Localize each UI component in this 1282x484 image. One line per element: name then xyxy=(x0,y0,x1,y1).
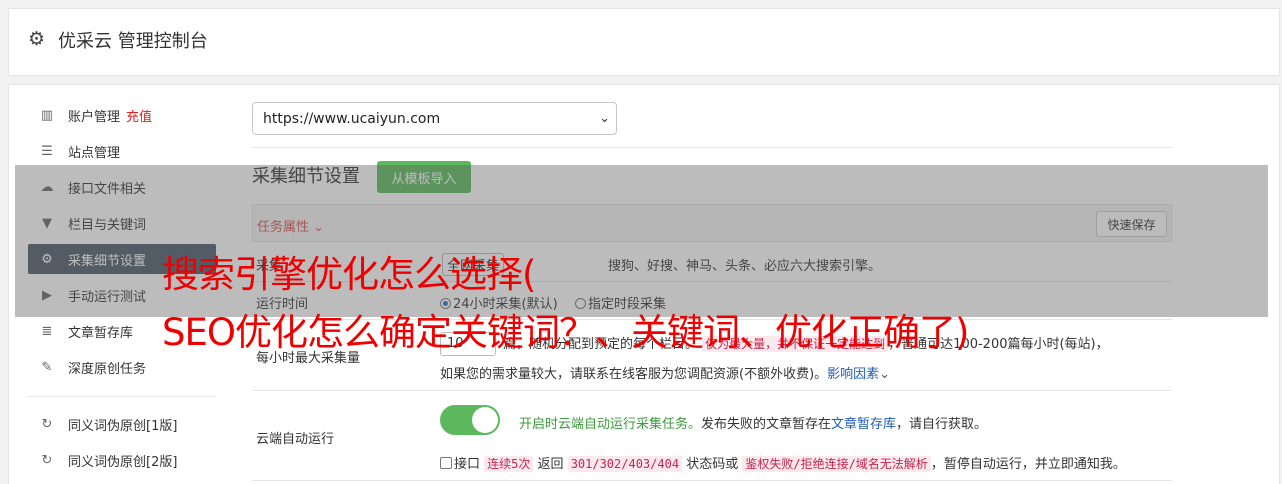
divider xyxy=(252,147,1172,148)
watermark-line-2: SEO优化怎么确定关键词？、关键词、优化正确了) xyxy=(162,311,969,354)
sidebar-item-sites[interactable]: ☰ 站点管理 xyxy=(28,136,216,166)
server-icon: ☰ xyxy=(41,143,53,159)
sidebar-item-label: 同义词伪原创[2版] xyxy=(68,454,178,470)
cloud-auto-label: 云端自动运行 xyxy=(256,432,335,447)
sidebar-divider xyxy=(28,396,216,397)
recharge-link[interactable]: 充值 xyxy=(126,106,152,125)
site-select-value: https://www.ucaiyun.com xyxy=(263,110,441,127)
impact-factors-link[interactable]: 影响因素 xyxy=(827,367,879,382)
max-per-hour-contact: 如果您的需求量较大，请联系在线客服为您调配资源(不额外收费)。影响因素⌄ xyxy=(440,363,890,382)
cloud-auto-toggle[interactable] xyxy=(440,405,500,435)
cloud-auto-desc: 开启时云端自动运行采集任务。发布失败的文章暂存在文章暂存库，请自行获取。 xyxy=(519,413,987,432)
sidebar-item-label: 站点管理 xyxy=(68,145,121,161)
sidebar-item-label: 账户管理 xyxy=(68,109,121,125)
sidebar-item-synonym-v2[interactable]: ↻ 同义词伪原创[2版] xyxy=(28,445,216,475)
pause-checkbox[interactable] xyxy=(440,457,452,469)
database-icon: ≣ xyxy=(41,323,53,339)
pause-text0: 接口 xyxy=(454,457,481,472)
bar-chart-icon: ▥ xyxy=(40,107,54,123)
sidebar-item-account[interactable]: ▥ 账户管理 充值 xyxy=(28,100,216,130)
cloud-auto-green-text: 开启时云端自动运行采集任务。 xyxy=(519,417,702,432)
cloud-auto-text1: 发布失败的文章暂存在 xyxy=(701,417,832,432)
header-bar: ⚙ 优采云 管理控制台 xyxy=(8,8,1280,76)
edit-icon: ✎ xyxy=(41,359,53,375)
pause-text4: 状态码或 xyxy=(686,457,739,472)
sidebar-item-deep-original[interactable]: ✎ 深度原创任务 xyxy=(28,352,216,382)
site-select[interactable]: https://www.ucaiyun.com ⌄ xyxy=(252,102,617,135)
refresh-icon: ↻ xyxy=(41,452,53,468)
sidebar-item-label: 文章暂存库 xyxy=(68,325,134,341)
page-title: 优采云 管理控制台 xyxy=(58,31,208,52)
pause-text3: 返回 xyxy=(537,457,564,472)
pause-code2: 301/302/403/404 xyxy=(567,456,683,472)
pause-text5: ，暂停自动运行，并立即通知我。 xyxy=(930,457,1126,472)
toggle-knob xyxy=(472,407,498,433)
divider xyxy=(252,390,1172,391)
chevron-down-icon: ⌄ xyxy=(599,111,610,126)
watermark-line-1: 搜索引擎优化怎么选择( xyxy=(162,253,536,296)
cloud-auto-text2: ，请自行获取。 xyxy=(896,417,988,432)
max-per-hour-text3: 如果您的需求量较大，请联系在线客服为您调配资源(不额外收费)。 xyxy=(440,367,828,382)
sidebar-item-synonym-v1[interactable]: ↻ 同义词伪原创[1版] xyxy=(28,409,216,439)
article-store-link[interactable]: 文章暂存库 xyxy=(831,417,896,432)
refresh-icon: ↻ xyxy=(41,416,53,432)
pause-code1: 连续5次 xyxy=(484,456,534,472)
divider xyxy=(252,480,1172,481)
sidebar-item-label: 同义词伪原创[1版] xyxy=(68,418,178,434)
pause-code3: 鉴权失败/拒绝连接/域名无法解析 xyxy=(742,456,931,472)
gear-icon: ⚙ xyxy=(28,28,46,50)
sidebar-item-label: 深度原创任务 xyxy=(68,361,147,377)
pause-on-error-row: 接口 连续5次 返回 301/302/403/404 状态码或 鉴权失败/拒绝连… xyxy=(440,453,1126,472)
chevron-down-icon: ⌄ xyxy=(879,367,891,382)
